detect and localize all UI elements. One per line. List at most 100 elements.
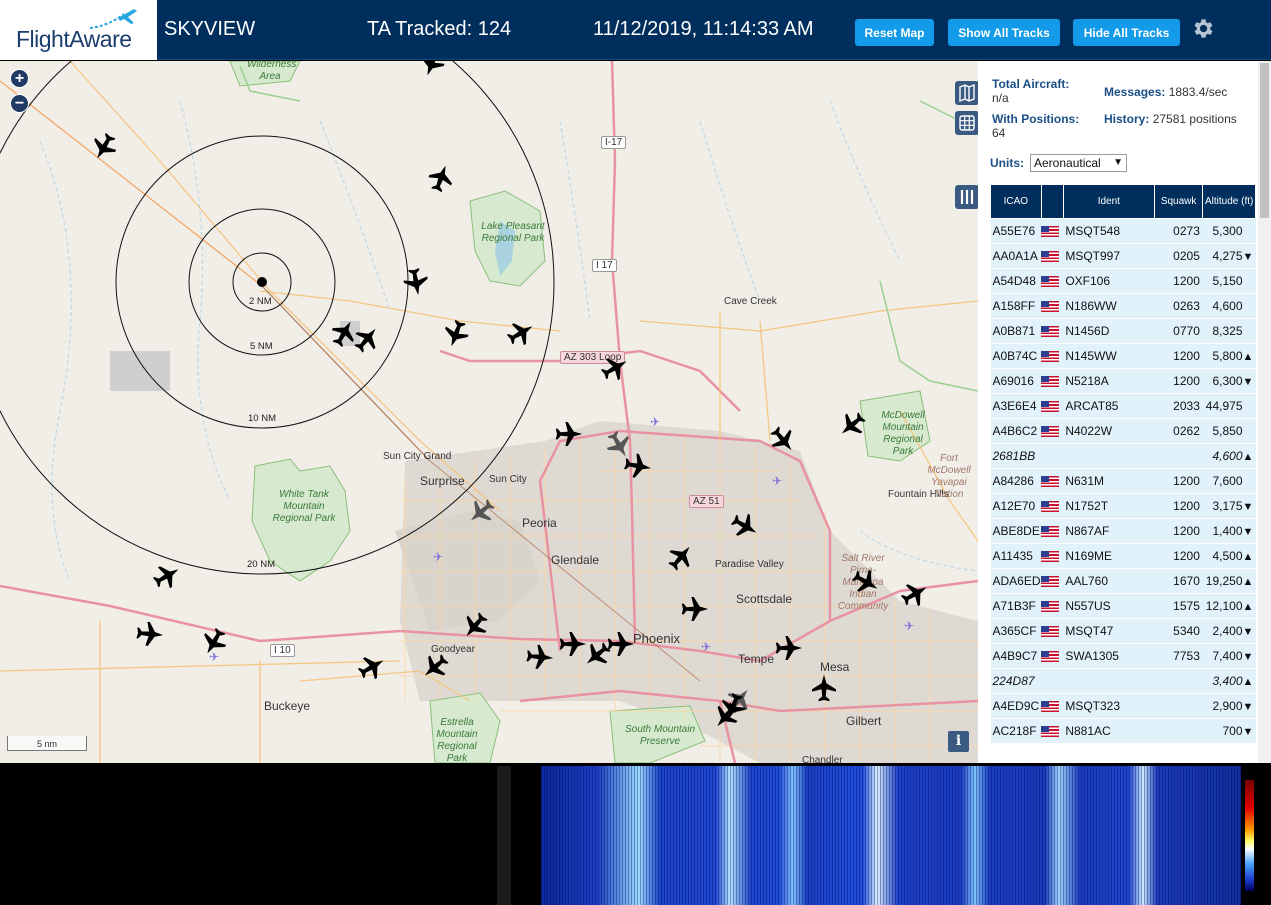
map-layers-button[interactable]	[955, 81, 978, 105]
aircraft-marker-icon[interactable]	[463, 494, 499, 530]
altitude-trend-icon: ▼	[1242, 701, 1254, 713]
aircraft-marker-icon[interactable]	[681, 597, 709, 621]
panel-scrollbar-thumb[interactable]	[1260, 63, 1269, 218]
aircraft-marker-icon[interactable]	[622, 451, 654, 481]
aircraft-marker-icon[interactable]	[607, 632, 635, 656]
aircraft-marker-icon[interactable]	[149, 559, 185, 593]
units-select[interactable]: Aeronautical ▼	[1030, 154, 1127, 172]
column-header-flag[interactable]	[1040, 184, 1064, 219]
table-row[interactable]: ADA6ED AAL760 1670 19,250▲	[990, 568, 1256, 594]
table-row[interactable]: A365CF MSQT47 5340 2,400▼	[990, 618, 1256, 644]
altitude-value: 5,800	[1212, 349, 1243, 363]
map-view[interactable]: 2 NM 5 NM 10 NM 20 NM Surprise Sun City …	[0, 61, 978, 763]
aircraft-marker-icon[interactable]	[425, 161, 457, 195]
hide-all-tracks-button[interactable]: Hide All Tracks	[1073, 19, 1180, 46]
table-row[interactable]: ABE8DE N867AF 1200 1,400▼	[990, 518, 1256, 544]
aircraft-marker-icon[interactable]	[440, 317, 472, 351]
us-flag-icon	[1041, 651, 1060, 663]
us-flag-icon	[1041, 601, 1060, 613]
aircraft-marker-icon[interactable]	[555, 422, 583, 446]
icao-cell: A365CF	[990, 618, 1042, 644]
table-row[interactable]: AC218F N881AC 700▼	[990, 718, 1256, 744]
ident-cell: MSQT47	[1063, 618, 1155, 644]
table-row[interactable]: A69016 N5218A 1200 6,300▼	[990, 368, 1256, 394]
table-row[interactable]: A55E76 MSQT548 0273 5,300	[990, 218, 1256, 244]
squawk-cell: 5340	[1154, 618, 1203, 644]
table-row[interactable]: A4ED9C MSQT323 2,900▼	[990, 693, 1256, 719]
column-header-squawk[interactable]: Squawk	[1153, 184, 1204, 219]
table-row[interactable]: A0B74C N145WW 1200 5,800▲	[990, 343, 1256, 369]
aircraft-marker-icon[interactable]	[812, 674, 836, 702]
airport-icon: ✈	[772, 474, 782, 488]
aircraft-marker-icon[interactable]	[416, 61, 448, 80]
aircraft-marker-icon[interactable]	[349, 321, 385, 357]
waterfall-color-scale	[1245, 780, 1254, 891]
altitude-cell: 5,800▲	[1202, 343, 1256, 369]
table-row[interactable]: A12E70 N1752T 1200 3,175▼	[990, 493, 1256, 519]
altitude-cell: 8,325	[1202, 318, 1256, 344]
aircraft-marker-icon[interactable]	[87, 129, 121, 165]
table-row[interactable]: A158FF N186WW 0263 4,600	[990, 293, 1256, 319]
table-row[interactable]: 224D87 3,400▲	[990, 668, 1256, 694]
icao-cell: A12E70	[990, 493, 1042, 519]
table-row[interactable]: A4B9C7 SWA1305 7753 7,400▼	[990, 643, 1256, 669]
flightaware-logo[interactable]: FlightAware	[0, 0, 157, 60]
squawk-cell: 1200	[1154, 543, 1203, 569]
aircraft-marker-icon[interactable]	[354, 650, 390, 684]
aircraft-marker-icon[interactable]	[597, 351, 633, 385]
table-row[interactable]: A4B6C2 N4022W 0262 5,850	[990, 418, 1256, 444]
aircraft-marker-icon[interactable]	[401, 266, 431, 298]
aircraft-marker-icon[interactable]	[525, 643, 555, 671]
altitude-cell: 2,400▼	[1202, 618, 1256, 644]
table-row[interactable]: 2681BB 4,600▲	[990, 443, 1256, 469]
column-header-icao[interactable]: ICAO	[990, 184, 1042, 219]
aircraft-marker-icon[interactable]	[417, 649, 453, 685]
icao-cell: A0B871	[990, 318, 1042, 344]
flag-cell	[1041, 293, 1064, 319]
aircraft-marker-icon[interactable]	[834, 407, 870, 443]
gear-icon[interactable]	[1190, 16, 1215, 41]
grid-toggle-button[interactable]	[955, 111, 978, 135]
table-row[interactable]: A3E6E4 ARCAT85 2033 44,975	[990, 393, 1256, 419]
zoom-out-button[interactable]: −	[10, 94, 29, 113]
aircraft-marker-icon[interactable]	[727, 509, 763, 543]
table-row[interactable]: A84286 N631M 1200 7,600	[990, 468, 1256, 494]
map-icon	[959, 83, 975, 103]
us-flag-icon	[1041, 351, 1060, 363]
show-all-tracks-button[interactable]: Show All Tracks	[948, 19, 1060, 46]
altitude-value: 3,400	[1212, 674, 1243, 688]
flag-cell	[1041, 718, 1064, 744]
table-row[interactable]: A0B871 N1456D 0770 8,325	[990, 318, 1256, 344]
pane-divider[interactable]	[497, 766, 511, 905]
aircraft-marker-icon[interactable]	[663, 539, 699, 575]
table-row[interactable]: A11435 N169ME 1200 4,500▲	[990, 543, 1256, 569]
aircraft-marker-icon[interactable]	[503, 316, 539, 350]
altitude-trend-icon: ▼	[1242, 526, 1254, 538]
aircraft-marker-icon[interactable]	[765, 422, 801, 458]
icao-cell: AA0A1A	[990, 243, 1042, 269]
aircraft-marker-icon[interactable]	[559, 632, 587, 656]
ident-cell: MSQT997	[1063, 243, 1155, 269]
table-row[interactable]: A71B3F N557US 1575 12,100▲	[990, 593, 1256, 619]
table-row[interactable]: A54D48 OXF106 1200 5,150	[990, 268, 1256, 294]
aircraft-marker-icon[interactable]	[602, 427, 636, 463]
altitude-value: 1,400	[1212, 524, 1243, 538]
table-row[interactable]: AA0A1A MSQT997 0205 4,275▼	[990, 243, 1256, 269]
aircraft-marker-icon[interactable]	[848, 565, 884, 599]
icao-cell: A55E76	[990, 218, 1042, 244]
squawk-cell	[1154, 443, 1203, 469]
zoom-in-button[interactable]: +	[10, 69, 29, 88]
columns-toggle-button[interactable]	[955, 185, 978, 209]
history-value: 27581 positions	[1152, 112, 1237, 126]
column-header-ident[interactable]: Ident	[1062, 184, 1155, 219]
squawk-cell: 0205	[1154, 243, 1203, 269]
reset-map-button[interactable]: Reset Map	[855, 19, 934, 46]
aircraft-marker-icon[interactable]	[775, 636, 803, 660]
aircraft-marker-icon[interactable]	[135, 620, 165, 648]
flag-cell	[1041, 493, 1064, 519]
info-button[interactable]: i	[948, 731, 969, 752]
aircraft-marker-icon[interactable]	[457, 608, 493, 644]
squawk-cell	[1154, 718, 1203, 744]
column-header-altitude[interactable]: Altitude (ft)	[1202, 184, 1256, 219]
aircraft-marker-icon[interactable]	[897, 577, 933, 611]
